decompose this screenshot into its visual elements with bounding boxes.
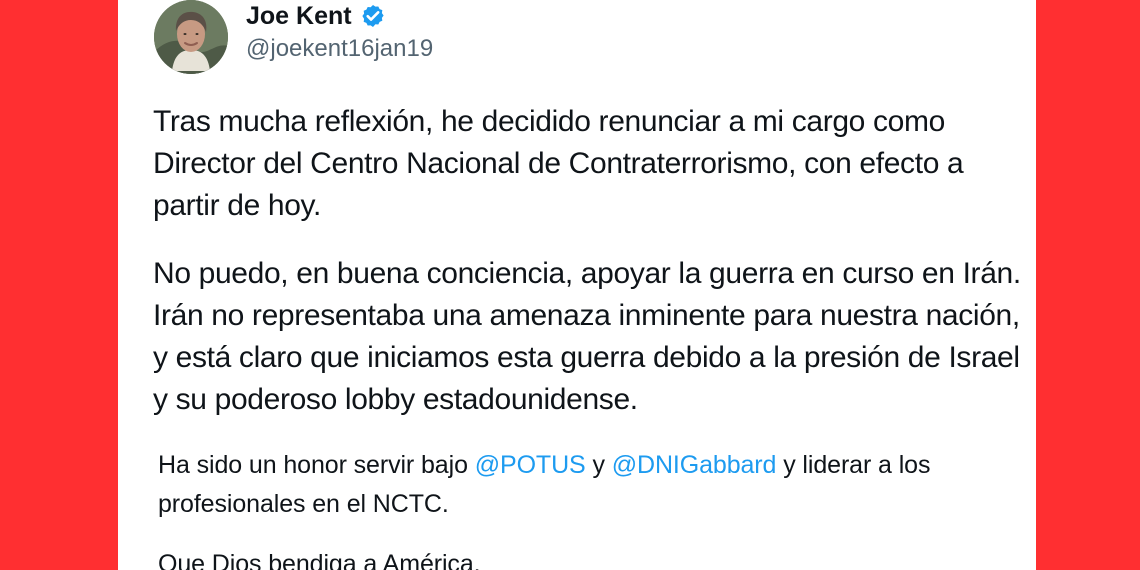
post-paragraph-honor: Ha sido un honor servir bajo @POTUS y @D… bbox=[158, 446, 1018, 524]
user-photo-icon bbox=[154, 0, 228, 74]
verified-badge-icon bbox=[361, 4, 384, 28]
post-paragraph-iran: No puedo, en buena conciencia, apoyar la… bbox=[153, 257, 1021, 416]
post-paragraph-resignation: Tras mucha reflexión, he decidido renunc… bbox=[153, 105, 964, 222]
mention-potus-link[interactable]: @POTUS bbox=[475, 451, 586, 479]
tweet-card: Joe Kent @joekent16jan19 Tras mucha refl… bbox=[118, 0, 1036, 570]
mention-dnigabbard-link[interactable]: @DNIGabbard bbox=[612, 451, 777, 479]
author-name-row: Joe Kent bbox=[246, 0, 386, 32]
author-display-name[interactable]: Joe Kent bbox=[246, 3, 352, 29]
author-avatar[interactable] bbox=[154, 0, 228, 74]
honor-text-connector: y bbox=[585, 451, 612, 479]
post-paragraph-closing: Que Dios bendiga a América. bbox=[158, 550, 481, 570]
honor-text-start: Ha sido un honor servir bajo bbox=[158, 451, 475, 479]
author-handle[interactable]: @joekent16jan19 bbox=[246, 35, 433, 62]
